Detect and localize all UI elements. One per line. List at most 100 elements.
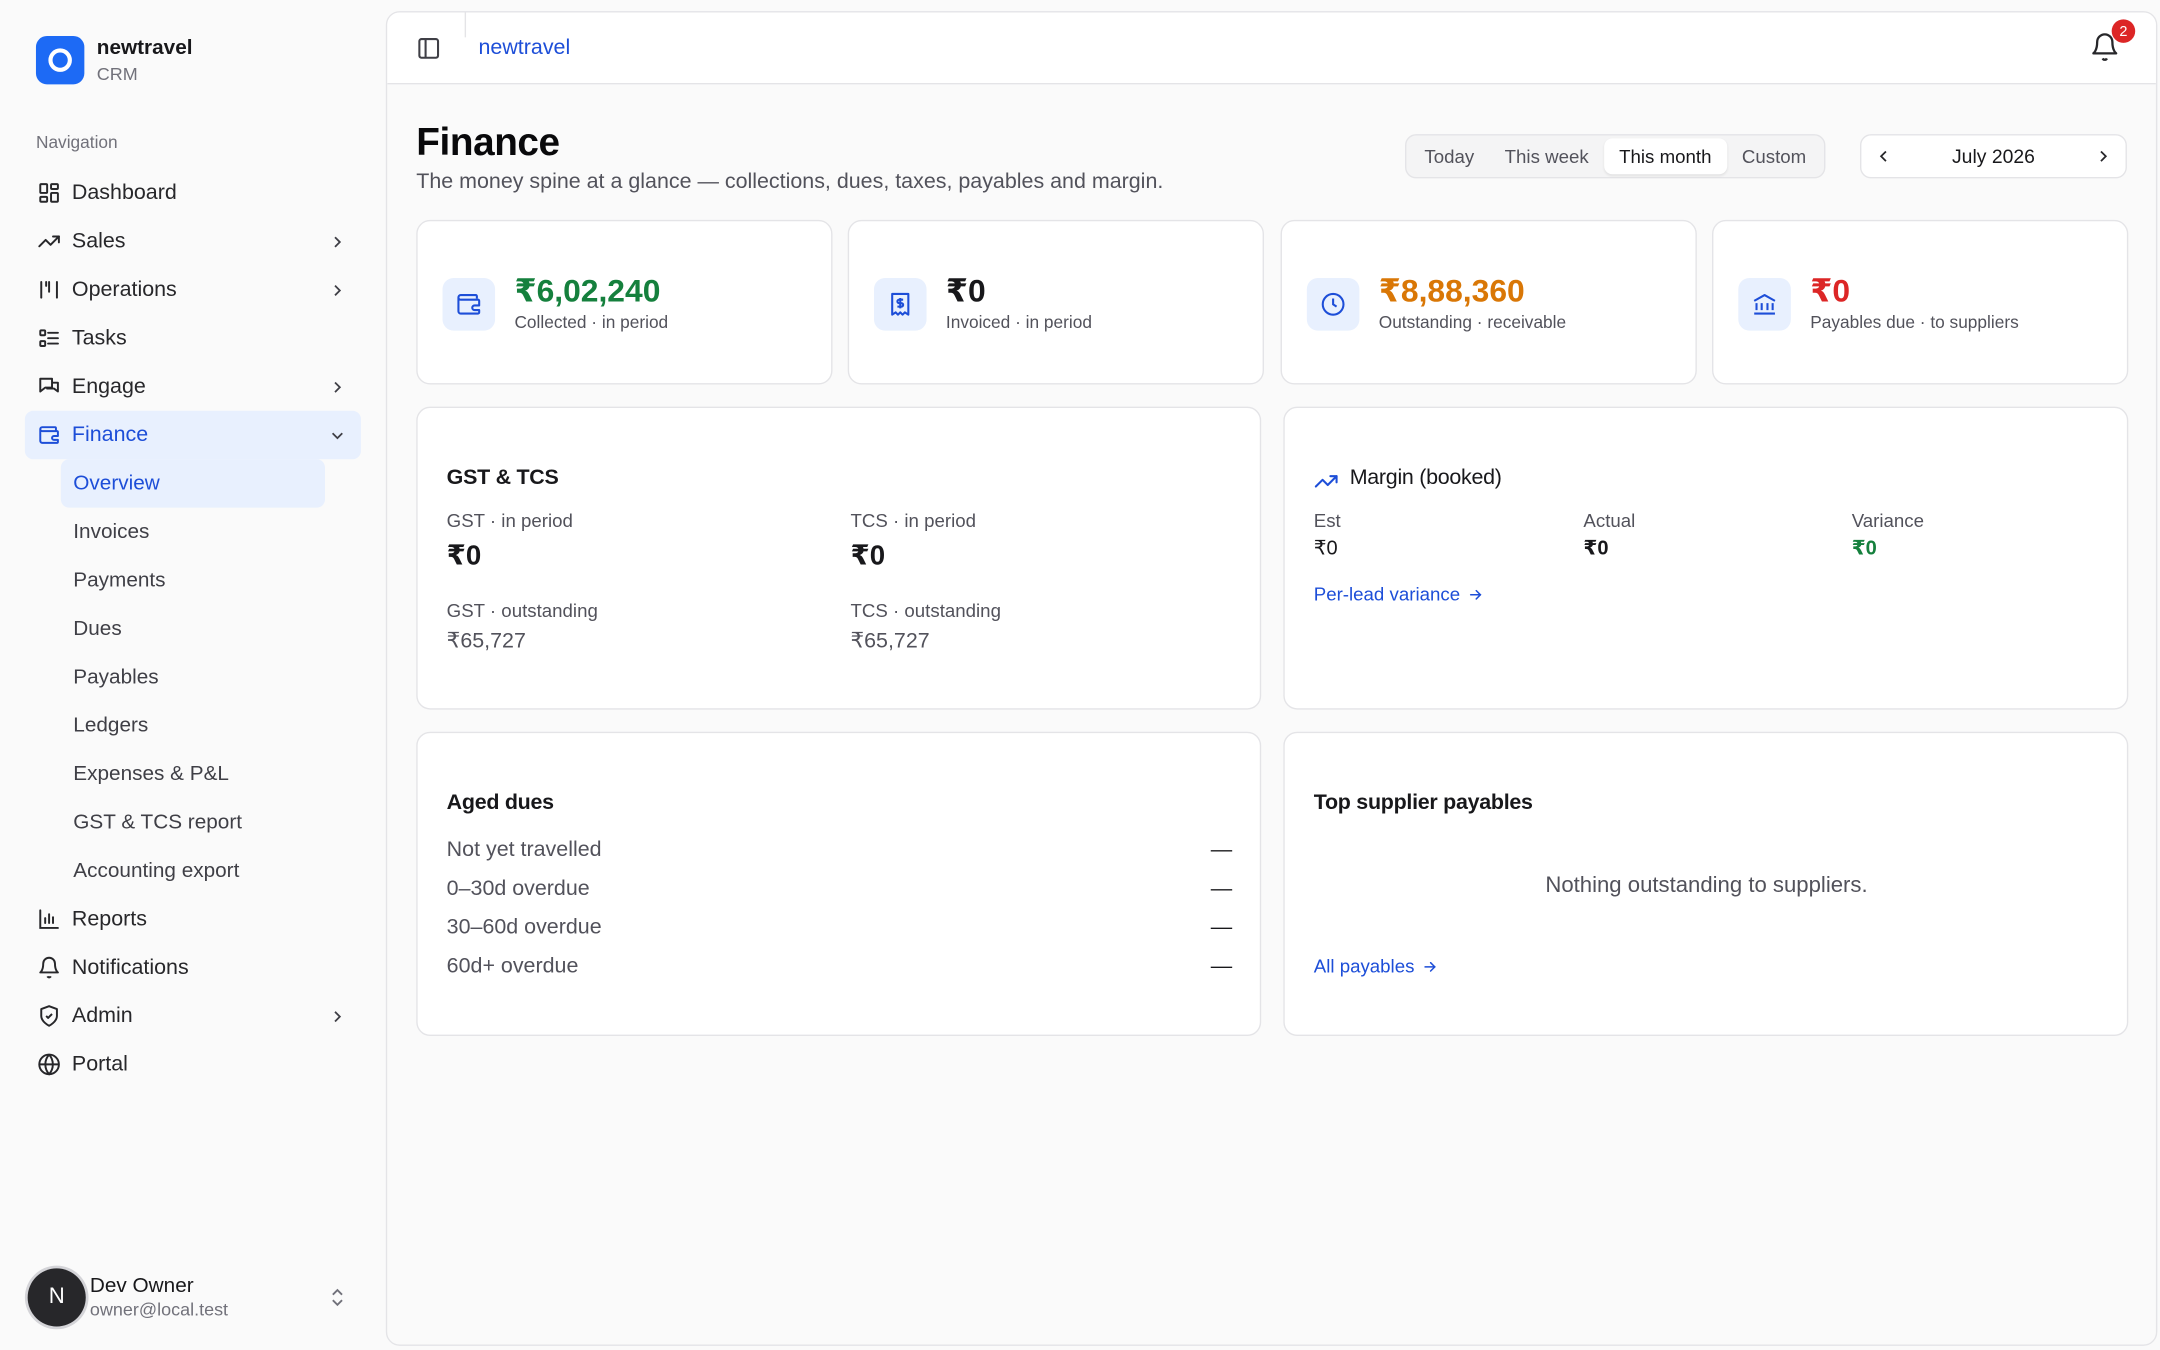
sidebar-item-label: Portal: [71, 1051, 128, 1076]
sidebar-toggle-icon[interactable]: [416, 36, 441, 61]
topbar: newtravel 2: [387, 12, 2156, 85]
breadcrumb[interactable]: newtravel: [478, 36, 570, 61]
tcs-period-label: TCS · in period: [850, 510, 977, 532]
card-title: GST & TCS: [446, 466, 559, 490]
globe-icon: [36, 1052, 61, 1077]
trend-icon: [36, 229, 61, 254]
chevron-left-icon[interactable]: [1874, 147, 1893, 166]
sidebar-item-operations[interactable]: Operations: [25, 266, 361, 314]
submenu-item-overview[interactable]: Overview: [60, 459, 325, 508]
aged-label: 0–30d overdue: [446, 876, 590, 901]
avatar: N: [27, 1268, 86, 1327]
submenu-item-expenses[interactable]: Expenses & P&L: [61, 750, 325, 798]
list-item: Not yet travelled —: [447, 831, 1232, 870]
chevron-right-icon: [334, 381, 342, 393]
main-panel: newtravel 2 Finance The money spine at a…: [385, 11, 2158, 1346]
sidebar-item-notifications[interactable]: Notifications: [25, 943, 361, 991]
aged-value: —: [1210, 876, 1233, 901]
arrow-right-icon: [1469, 589, 1482, 599]
range-custom-button[interactable]: Custom: [1727, 138, 1822, 174]
margin-variance-value: ₹0: [1851, 538, 1877, 561]
card-title: Margin (booked): [1349, 466, 1502, 490]
range-month-button[interactable]: This month: [1603, 138, 1727, 175]
kpi-card-invoiced: ₹0 Invoiced · in period: [847, 219, 1264, 385]
sidebar-item-tasks[interactable]: Tasks: [25, 314, 361, 362]
margin-est-label: Est: [1313, 510, 1341, 532]
margin-variance-label: Variance: [1851, 510, 1925, 532]
bell-icon: [36, 955, 61, 980]
aged-label: 30–60d overdue: [446, 915, 602, 940]
sidebar-item-admin[interactable]: Admin: [25, 992, 361, 1040]
kpi-label: Invoiced · in period: [945, 312, 1092, 332]
user-menu[interactable]: N Dev Owner owner@local.test: [27, 1268, 360, 1327]
empty-state: Nothing outstanding to suppliers.: [1545, 874, 1868, 898]
chevron-right-icon: [334, 235, 342, 247]
arrow-right-icon: [1424, 961, 1436, 972]
tasks-icon: [36, 326, 61, 351]
submenu-item-payables[interactable]: Payables: [61, 653, 325, 701]
submenu-item-accounting-export[interactable]: Accounting export: [61, 847, 325, 895]
gst-outstanding-value: ₹65,727: [446, 629, 526, 653]
chevron-right-icon: [334, 284, 342, 296]
submenu-item-invoices[interactable]: Invoices: [61, 508, 325, 556]
kpi-value: ₹0: [1810, 272, 1851, 309]
brand-name: newtravel: [96, 35, 193, 60]
margin-actual-label: Actual: [1583, 510, 1636, 532]
sidebar-item-dashboard[interactable]: Dashboard: [25, 169, 361, 217]
user-name: Dev Owner: [89, 1274, 194, 1298]
sidebar-item-label: Operations: [71, 277, 177, 301]
per-lead-variance-link[interactable]: Per-lead variance: [1313, 583, 1484, 605]
submenu-item-payments[interactable]: Payments: [61, 556, 325, 604]
kpi-value: ₹8,88,360: [1378, 272, 1525, 309]
tcs-outstanding-value: ₹65,727: [850, 629, 930, 653]
page-title: Finance: [416, 120, 560, 164]
topbar-divider: [464, 12, 467, 38]
sidebar-item-engage[interactable]: Engage: [25, 362, 361, 410]
range-selector: Today This week This month Custom: [1405, 134, 1826, 179]
submenu-item-gst-tcs-report[interactable]: GST & TCS report: [61, 798, 325, 846]
page-subtitle: The money spine at a glance — collection…: [416, 170, 1164, 194]
margin-card: Margin (booked) Est ₹0 Actual ₹0 Varianc…: [1283, 406, 2129, 710]
kpi-card-outstanding: ₹8,88,360 Outstanding · receivable: [1280, 219, 1697, 385]
gst-tcs-card: GST & TCS GST · in period ₹0 TCS · in pe…: [416, 406, 1262, 710]
range-week-button[interactable]: This week: [1489, 138, 1603, 174]
link-label: Per-lead variance: [1313, 583, 1461, 605]
sidebar-item-finance[interactable]: Finance: [24, 410, 361, 460]
sidebar-item-sales[interactable]: Sales: [25, 217, 361, 265]
brand[interactable]: newtravel CRM: [35, 35, 193, 85]
aged-value: —: [1210, 915, 1233, 940]
kpi-value: ₹0: [945, 272, 986, 309]
chevron-right-icon: [334, 1010, 342, 1022]
brand-logo-icon: [35, 36, 85, 85]
wallet-icon: [442, 278, 496, 331]
bar-chart-icon: [36, 907, 61, 932]
sidebar-item-reports[interactable]: Reports: [25, 895, 361, 943]
sidebar-item-portal[interactable]: Portal: [25, 1040, 361, 1088]
sidebar-item-label: Dashboard: [71, 180, 177, 205]
kpi-label: Payables due · to suppliers: [1810, 312, 2019, 332]
nav-list: Dashboard Sales Operations Tasks Engage …: [24, 169, 361, 1089]
aged-dues-card: Aged dues Not yet travelled — 0–30d over…: [416, 731, 1262, 1037]
aged-value: —: [1210, 838, 1233, 862]
notification-badge: 2: [2111, 19, 2136, 43]
chevrons-up-down-icon: [332, 1288, 343, 1307]
submenu-item-dues[interactable]: Dues: [61, 604, 325, 652]
tcs-outstanding-label: TCS · outstanding: [850, 600, 1001, 622]
trend-icon: [1314, 475, 1338, 488]
sidebar-item-label: Tasks: [71, 325, 127, 350]
chevron-right-icon[interactable]: [2094, 147, 2113, 166]
period-label: July 2026: [1952, 145, 2035, 168]
chevron-down-icon: [331, 431, 343, 439]
nav-heading: Navigation: [35, 132, 118, 153]
supplier-payables-card: Top supplier payables Nothing outstandin…: [1283, 731, 2129, 1037]
tcs-period-value: ₹0: [850, 540, 886, 572]
range-today-button[interactable]: Today: [1409, 138, 1489, 174]
submenu-item-ledgers[interactable]: Ledgers: [61, 701, 325, 749]
sidebar-item-label: Engage: [71, 374, 146, 398]
sidebar-item-label: Sales: [71, 228, 126, 253]
receipt-icon: [873, 278, 927, 331]
aged-value: —: [1210, 954, 1233, 978]
margin-est-value: ₹0: [1313, 538, 1338, 561]
card-title: Aged dues: [446, 791, 554, 815]
all-payables-link[interactable]: All payables: [1314, 956, 1438, 977]
